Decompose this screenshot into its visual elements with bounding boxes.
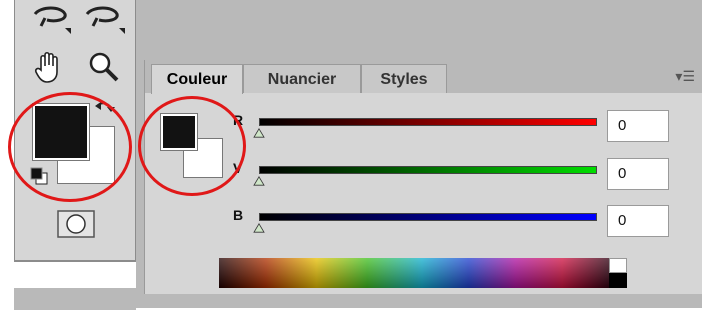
tab-bar: Couleur Nuancier Styles ▾☰	[145, 60, 702, 94]
annotation-circle-toolbox	[8, 92, 132, 202]
hand-icon[interactable]	[33, 50, 67, 84]
slider-label-b: B	[233, 207, 244, 223]
slider-thumb-v[interactable]	[253, 176, 265, 186]
spectrum-white-swatch[interactable]	[609, 258, 627, 273]
toolbox-footer	[14, 288, 136, 310]
zoom-icon[interactable]	[87, 50, 121, 84]
spectrum-black-swatch[interactable]	[609, 273, 627, 288]
panel-menu-icon[interactable]: ▾☰	[675, 68, 695, 85]
tab-nuancier[interactable]: Nuancier	[243, 64, 361, 93]
annotation-circle-panel	[138, 96, 246, 196]
lasso-icon[interactable]	[31, 4, 71, 34]
value-field-b[interactable]: 0	[607, 205, 669, 237]
slider-track-v[interactable]	[259, 166, 597, 174]
value-field-v[interactable]: 0	[607, 158, 669, 190]
tab-styles[interactable]: Styles	[361, 64, 447, 93]
quick-mask-icon[interactable]	[57, 210, 95, 238]
value-field-r[interactable]: 0	[607, 110, 669, 142]
polygon-lasso-icon[interactable]	[81, 4, 125, 34]
color-spectrum-bar[interactable]	[219, 258, 609, 288]
slider-thumb-r[interactable]	[253, 128, 265, 138]
tab-couleur[interactable]: Couleur	[151, 64, 243, 94]
slider-thumb-b[interactable]	[253, 223, 265, 233]
slider-track-b[interactable]	[259, 213, 597, 221]
slider-track-r[interactable]	[259, 118, 597, 126]
